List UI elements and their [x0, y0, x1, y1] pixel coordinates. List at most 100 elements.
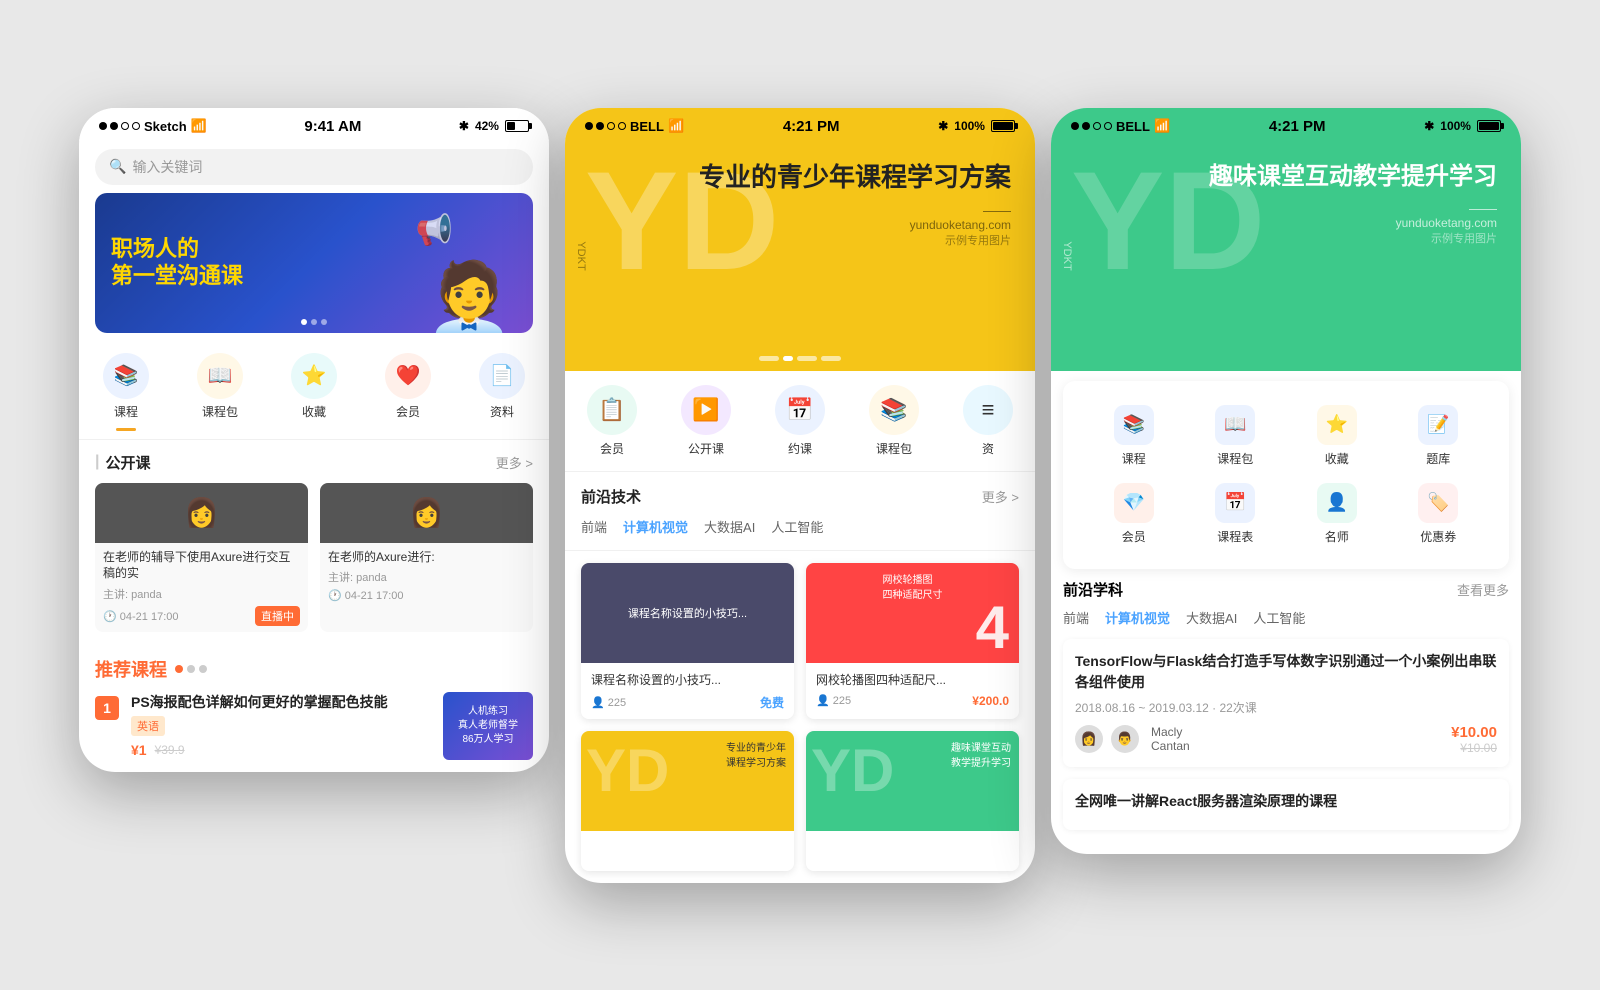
rank-badge: 1	[95, 696, 119, 720]
subject-filters: 前端 计算机视觉 大数据AI 人工智能	[1063, 608, 1509, 627]
nav2-member[interactable]: 📋 会员	[577, 385, 647, 457]
banner-yellow-content: 专业的青少年课程学习方案 —— yunduoketang.com 示例专用图片	[589, 161, 1011, 249]
course-detail-2[interactable]: 全网唯一讲解React服务器渲染原理的课程	[1063, 779, 1509, 830]
grid-card-1[interactable]: 课程名称设置的小技巧... 课程名称设置的小技巧... 👤 225 免费	[581, 563, 794, 719]
nav3-schedule[interactable]: 📅 课程表	[1185, 475, 1287, 553]
teacher-avatar-1: 👩	[1075, 725, 1103, 753]
filter-aitech[interactable]: 人工智能	[771, 517, 823, 536]
course-body-1: 在老师的辅导下使用Axure进行交互稿的实 主讲: panda 🕐 04-21 …	[95, 543, 308, 633]
nav-item-collect[interactable]: ⭐ 收藏	[291, 353, 337, 431]
banner-green[interactable]: YDKT YD 趣味课堂互动教学提升学习 —— yunduoketang.com…	[1051, 141, 1521, 371]
course-tag: 英语	[131, 716, 165, 736]
banner-url-3: yunduoketang.com	[1075, 216, 1497, 230]
course-time-1: 🕐 04-21 17:00	[103, 610, 178, 623]
course-detail-1[interactable]: TensorFlow与Flask结合打造手写体数字识别通过一个小案例出串联各组件…	[1063, 639, 1509, 767]
grid-img-text-4: 趣味课堂互动教学提升学习	[806, 731, 1019, 777]
course-card-2[interactable]: 👩 在老师的Axure进行: 主讲: panda 🕐 04-21 17:00	[320, 483, 533, 633]
carrier-3: BELL	[1116, 119, 1150, 134]
search-placeholder: 输入关键词	[132, 157, 202, 177]
status-right-3: ✱ 100%	[1424, 119, 1501, 133]
rdot1	[175, 665, 183, 673]
nav2-resource[interactable]: ≡ 资	[953, 385, 1023, 457]
recommend-card[interactable]: 1 PS海报配色详解如何更好的掌握配色技能 英语 ¥1 ¥39.9 人机练习真人…	[95, 692, 533, 760]
battery-icon-3	[1477, 120, 1501, 132]
nav-item-member[interactable]: ❤️ 会员	[385, 353, 431, 431]
nav3-teacher[interactable]: 👤 名师	[1286, 475, 1388, 553]
nav-item-material[interactable]: 📄 资料	[479, 353, 525, 431]
sf-cv[interactable]: 计算机视觉	[1105, 608, 1170, 627]
nav-label-course: 课程	[114, 403, 138, 420]
nav3-course[interactable]: 📚 课程	[1083, 397, 1185, 475]
course-img-1: 👩	[95, 483, 308, 543]
grid-body-3	[581, 831, 794, 871]
course-card-1[interactable]: 👩 在老师的辅导下使用Axure进行交互稿的实 主讲: panda 🕐 04-2…	[95, 483, 308, 633]
nav-label-member: 会员	[396, 403, 420, 420]
nav3-coupon[interactable]: 🏷️ 优惠券	[1388, 475, 1490, 553]
tech-more[interactable]: 更多 >	[982, 487, 1019, 506]
grid-card-2[interactable]: 4 网校轮播图四种适配尺寸 网校轮播图四种适配尺... 👤 225 ¥200.0	[806, 563, 1019, 719]
course-title-1: 在老师的辅导下使用Axure进行交互稿的实	[103, 549, 300, 583]
teacher-avatar-2: 👨	[1111, 725, 1139, 753]
grid-card-4[interactable]: YD 趣味课堂互动教学提升学习	[806, 731, 1019, 871]
sig-d3-3	[1093, 122, 1101, 130]
course-grid: 课程名称设置的小技巧... 课程名称设置的小技巧... 👤 225 免费 4 网…	[565, 551, 1035, 883]
course-detail-title-1: TensorFlow与Flask结合打造手写体数字识别通过一个小案例出串联各组件…	[1075, 651, 1497, 693]
battery-percent-1: 42%	[475, 119, 499, 133]
banner-yellow[interactable]: YDKT YD 专业的青少年课程学习方案 —— yunduoketang.com…	[565, 141, 1035, 371]
nav2-package[interactable]: 📚 课程包	[859, 385, 929, 457]
time-text-1: 04-21 17:00	[120, 611, 179, 623]
section-title: | 公开课	[95, 452, 151, 473]
phone-1: Sketch 📶 9:41 AM ✱ 42% 🔍 输入关键词 职场人的 第一堂沟…	[79, 108, 549, 773]
price-current-1: ¥10.00	[1451, 724, 1497, 741]
course-teacher-1: 主讲: panda	[103, 586, 300, 602]
more-link[interactable]: 更多 >	[496, 453, 533, 472]
banner-sample: 示例专用图片	[589, 232, 1011, 248]
sig-d3	[607, 122, 615, 130]
sf-ai[interactable]: 大数据AI	[1186, 608, 1237, 627]
grid-card-3[interactable]: YD 专业的青少年课程学习方案	[581, 731, 794, 871]
collect-icon: ⭐	[291, 353, 337, 399]
nav2-opencourse-label: 公开课	[688, 440, 724, 457]
nav-item-package[interactable]: 📖 课程包	[197, 353, 243, 431]
signal-dot-1	[99, 122, 107, 130]
nav2-opencourse[interactable]: ▶️ 公开课	[671, 385, 741, 457]
grid-body-2: 网校轮播图四种适配尺... 👤 225 ¥200.0	[806, 663, 1019, 716]
subject-section: 前沿学科 查看更多 前端 计算机视觉 大数据AI 人工智能 TensorFlow…	[1051, 579, 1521, 854]
sf-aitech[interactable]: 人工智能	[1253, 608, 1305, 627]
nav3-collect[interactable]: ⭐ 收藏	[1286, 397, 1388, 475]
wifi-icon-3: 📶	[1154, 118, 1170, 134]
active-bar	[116, 428, 136, 431]
filter-frontend[interactable]: 前端	[581, 517, 607, 536]
nav3-question[interactable]: 📝 题库	[1388, 397, 1490, 475]
nav3-collect-icon: ⭐	[1317, 405, 1357, 445]
signal-dots-1	[99, 122, 140, 130]
filter-cv[interactable]: 计算机视觉	[623, 517, 688, 536]
filter-ai[interactable]: 大数据AI	[704, 517, 755, 536]
nav3-package[interactable]: 📖 课程包	[1185, 397, 1287, 475]
banner-dots2	[759, 356, 841, 361]
thumb-text: 人机练习真人老师督学86万人学习	[458, 705, 518, 747]
grid-img-text-3: 专业的青少年课程学习方案	[581, 731, 794, 777]
teacher-name-1: Macly	[1151, 725, 1190, 739]
carrier-1: Sketch	[144, 119, 187, 134]
nav3-collect-label: 收藏	[1325, 450, 1349, 467]
nav2-schedule[interactable]: 📅 约课	[765, 385, 835, 457]
banner-dots	[301, 319, 327, 325]
grid-img-3: YD 专业的青少年课程学习方案	[581, 731, 794, 831]
recommend-info: PS海报配色详解如何更好的掌握配色技能 英语 ¥1 ¥39.9	[131, 692, 431, 758]
banner-green-content: 趣味课堂互动教学提升学习 —— yunduoketang.com 示例专用图片	[1075, 161, 1497, 246]
subject-more[interactable]: 查看更多	[1457, 580, 1509, 599]
divider-line: ——	[589, 202, 1011, 218]
banner-figure: 🧑‍💼	[426, 263, 513, 333]
nav3-course-label: 课程	[1122, 450, 1146, 467]
nav3-teacher-icon: 👤	[1317, 483, 1357, 523]
nav2-schedule-icon: 📅	[775, 385, 825, 435]
course-list: 👩 在老师的辅导下使用Axure进行交互稿的实 主讲: panda 🕐 04-2…	[95, 483, 533, 633]
nav-item-course[interactable]: 📚 课程	[103, 353, 149, 431]
search-bar[interactable]: 🔍 输入关键词	[95, 149, 533, 185]
nav3-member[interactable]: 💎 会员	[1083, 475, 1185, 553]
sf-frontend[interactable]: 前端	[1063, 608, 1089, 627]
nav2-resource-label: 资	[982, 440, 994, 457]
banner-1[interactable]: 职场人的 第一堂沟通课 🧑‍💼 📢	[95, 193, 533, 333]
package-icon: 📖	[197, 353, 243, 399]
